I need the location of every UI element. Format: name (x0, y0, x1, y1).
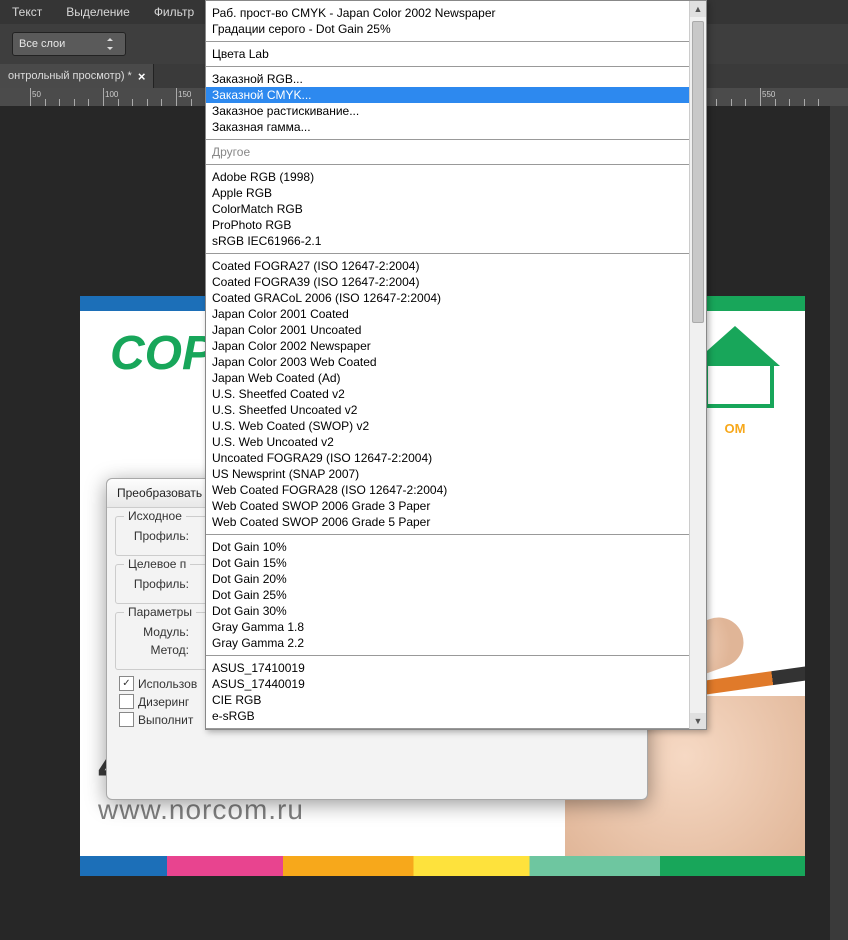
method-label: Метод: (124, 643, 189, 657)
scroll-up-icon[interactable]: ▲ (690, 1, 706, 17)
dropdown-item[interactable]: ASUS_17440019 (206, 676, 706, 692)
dropdown-item[interactable]: Раб. прост-во CMYK - Japan Color 2002 Ne… (206, 5, 706, 21)
dropdown-item[interactable]: Gray Gamma 1.8 (206, 619, 706, 635)
dropdown-item[interactable]: U.S. Sheetfed Uncoated v2 (206, 402, 706, 418)
chevron-down-icon (105, 38, 119, 50)
menu-filter[interactable]: Фильтр (142, 1, 206, 23)
dropdown-item[interactable]: U.S. Web Uncoated v2 (206, 434, 706, 450)
dropdown-item[interactable]: Градации серого - Dot Gain 25% (206, 21, 706, 37)
dropdown-item[interactable]: U.S. Web Coated (SWOP) v2 (206, 418, 706, 434)
dropdown-item[interactable]: Dot Gain 15% (206, 555, 706, 571)
dropdown-item[interactable]: Цвета Lab (206, 46, 706, 62)
document-tab-title: онтрольный просмотр) * (8, 70, 132, 82)
dropdown-item[interactable]: CIE RGB (206, 692, 706, 708)
dropdown-item[interactable]: ColorMatch RGB (206, 201, 706, 217)
target-group-label: Целевое п (124, 557, 190, 571)
dropdown-item[interactable]: Japan Web Coated (Ad) (206, 370, 706, 386)
dropdown-item[interactable]: Заказной CMYK... (206, 87, 706, 103)
profile-dropdown-list[interactable]: Раб. прост-во CMYK - Japan Color 2002 Ne… (205, 0, 707, 730)
dropdown-item[interactable]: Coated FOGRA27 (ISO 12647-2:2004) (206, 258, 706, 274)
dropdown-item[interactable]: Dot Gain 20% (206, 571, 706, 587)
dropdown-item[interactable]: Coated FOGRA39 (ISO 12647-2:2004) (206, 274, 706, 290)
scroll-down-icon[interactable]: ▼ (690, 713, 706, 729)
scroll-thumb[interactable] (692, 21, 704, 323)
dropdown-item[interactable]: Заказная гамма... (206, 119, 706, 135)
dropdown-item[interactable]: Web Coated FOGRA28 (ISO 12647-2:2004) (206, 482, 706, 498)
profile-label-2: Профиль: (124, 577, 189, 591)
dropdown-item[interactable]: sRGB IEC61966-2.1 (206, 233, 706, 249)
dropdown-item[interactable]: Web Coated SWOP 2006 Grade 5 Paper (206, 514, 706, 530)
scrollbar-vertical[interactable] (830, 106, 848, 940)
layers-dropdown[interactable]: Все слои (12, 32, 126, 56)
dropdown-item[interactable]: Gray Gamma 2.2 (206, 635, 706, 651)
dropdown-item[interactable]: Coated GRACoL 2006 (ISO 12647-2:2004) (206, 290, 706, 306)
dropdown-item[interactable]: Dot Gain 10% (206, 539, 706, 555)
dropdown-item[interactable]: U.S. Sheetfed Coated v2 (206, 386, 706, 402)
dropdown-item[interactable]: e-sRGB (206, 708, 706, 724)
menu-selection[interactable]: Выделение (54, 1, 142, 23)
dropdown-item[interactable]: Apple RGB (206, 185, 706, 201)
dropdown-item[interactable]: Другое (206, 144, 706, 160)
dropdown-item[interactable]: Uncoated FOGRA29 (ISO 12647-2:2004) (206, 450, 706, 466)
dropdown-item[interactable]: ASUS_17410019 (206, 660, 706, 676)
profile-label: Профиль: (124, 529, 189, 543)
layers-dropdown-label: Все слои (19, 38, 65, 50)
dropdown-item[interactable]: Заказной RGB... (206, 71, 706, 87)
color-stripe-bottom (80, 856, 805, 876)
dropdown-item[interactable]: Japan Color 2002 Newspaper (206, 338, 706, 354)
params-group-label: Параметры (124, 605, 196, 619)
dropdown-item[interactable]: Dot Gain 30% (206, 603, 706, 619)
dropdown-item[interactable]: Japan Color 2003 Web Coated (206, 354, 706, 370)
close-icon[interactable]: × (138, 69, 146, 84)
menu-text[interactable]: Текст (0, 1, 54, 23)
dropdown-item[interactable]: Заказное растискивание... (206, 103, 706, 119)
dropdown-item[interactable]: Japan Color 2001 Coated (206, 306, 706, 322)
dropdown-scrollbar[interactable]: ▲ ▼ (689, 1, 706, 729)
dropdown-item[interactable]: Web Coated SWOP 2006 Grade 3 Paper (206, 498, 706, 514)
dropdown-item[interactable]: ProPhoto RGB (206, 217, 706, 233)
source-group-label: Исходное (124, 509, 186, 523)
module-label: Модуль: (124, 625, 189, 639)
document-tab[interactable]: онтрольный просмотр) * × (0, 64, 154, 88)
dropdown-item[interactable]: Dot Gain 25% (206, 587, 706, 603)
dropdown-item[interactable]: Adobe RGB (1998) (206, 169, 706, 185)
dropdown-item[interactable]: Japan Color 2001 Uncoated (206, 322, 706, 338)
logo-text: СОР (110, 326, 214, 381)
dropdown-item[interactable]: US Newsprint (SNAP 2007) (206, 466, 706, 482)
